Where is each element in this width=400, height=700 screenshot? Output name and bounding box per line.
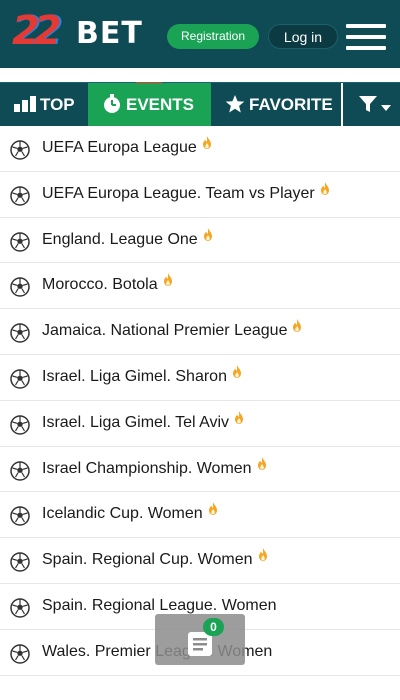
fire-icon <box>258 548 268 562</box>
registration-button[interactable]: Registration <box>167 24 259 49</box>
league-row[interactable]: Jamaica. National Premier League <box>0 309 400 355</box>
soccer-ball-icon <box>10 140 30 160</box>
league-row[interactable]: Israel Championship. Women <box>0 447 400 493</box>
league-row[interactable]: UEFA Europa League <box>0 126 400 172</box>
soccer-ball-icon <box>10 598 30 618</box>
fire-icon <box>203 227 213 241</box>
tab-events[interactable]: EVENTS <box>88 83 211 126</box>
soccer-ball-icon <box>10 369 30 389</box>
league-name: Israel Championship. Women <box>42 459 252 477</box>
soccer-ball-icon <box>10 323 30 343</box>
star-icon <box>225 94 245 113</box>
fire-icon <box>232 364 242 378</box>
league-row[interactable]: UEFA Europa League. Team vs Player <box>0 172 400 218</box>
league-row[interactable]: Israel. Liga Gimel. Tel Aviv <box>0 401 400 447</box>
league-name: Israel. Liga Gimel. Sharon <box>42 367 227 385</box>
tab-favorites-label: FAVORITE <box>249 95 333 114</box>
caret-down-icon <box>381 104 391 111</box>
fire-icon <box>202 136 212 149</box>
soccer-ball-icon <box>10 186 30 206</box>
fire-icon <box>292 319 302 333</box>
fire-icon <box>163 273 173 287</box>
soccer-ball-icon <box>10 277 30 298</box>
league-name: Spain. Regional League. Women <box>42 596 277 614</box>
bar-chart-icon <box>14 95 36 112</box>
league-name: Icelandic Cup. Women <box>42 505 203 523</box>
soccer-ball-icon <box>10 415 30 435</box>
tab-events-label: EVENTS <box>126 95 195 114</box>
league-name: UEFA Europa League. Team vs Player <box>42 184 315 202</box>
filter-button[interactable] <box>341 83 400 126</box>
logo-word: BET <box>76 16 143 51</box>
fire-icon <box>234 410 244 424</box>
login-button[interactable]: Log in <box>268 24 338 49</box>
league-row[interactable]: Morocco. Botola <box>0 263 400 310</box>
hamburger-menu-icon[interactable] <box>346 24 386 50</box>
soccer-ball-icon <box>10 644 30 664</box>
league-name: Spain. Regional Cup. Women <box>42 551 253 569</box>
league-name: Jamaica. National Premier League <box>42 322 288 340</box>
league-row[interactable]: Israel. Liga Gimel. Sharon <box>0 355 400 401</box>
soccer-ball-icon <box>10 460 30 481</box>
tab-top-label: TOP <box>40 95 75 114</box>
stopwatch-icon <box>104 93 120 113</box>
league-name: Israel. Liga Gimel. Tel Aviv <box>42 413 230 431</box>
logo[interactable]: 22 BET <box>12 8 152 56</box>
filter-icon <box>359 95 377 112</box>
league-list: UEFA Europa League UEFA Europa League. Te… <box>0 126 400 676</box>
sport-tabs: TOP EVENTS FAVORITE <box>0 82 400 126</box>
bet-slip-button[interactable]: 0 <box>155 614 245 665</box>
fire-icon <box>257 456 267 470</box>
tab-favorites[interactable]: FAVORITE <box>211 83 341 126</box>
tab-top[interactable]: TOP <box>0 83 88 126</box>
fire-icon <box>208 502 218 516</box>
league-row[interactable]: Spain. Regional Cup. Women <box>0 538 400 584</box>
soccer-ball-icon <box>10 506 30 527</box>
soccer-ball-icon <box>10 231 30 252</box>
logo-number: 22 <box>12 8 62 54</box>
top-header: 22 BET Registration Log in <box>0 0 400 68</box>
league-row[interactable]: England. League One <box>0 218 400 264</box>
league-row[interactable]: Icelandic Cup. Women <box>0 492 400 539</box>
league-name: England. League One <box>42 230 198 248</box>
league-name: Morocco. Botola <box>42 276 158 294</box>
soccer-ball-icon <box>10 552 30 572</box>
fire-icon <box>320 181 330 195</box>
bet-slip-count-badge: 0 <box>203 618 224 636</box>
league-name: UEFA Europa League <box>42 139 197 156</box>
